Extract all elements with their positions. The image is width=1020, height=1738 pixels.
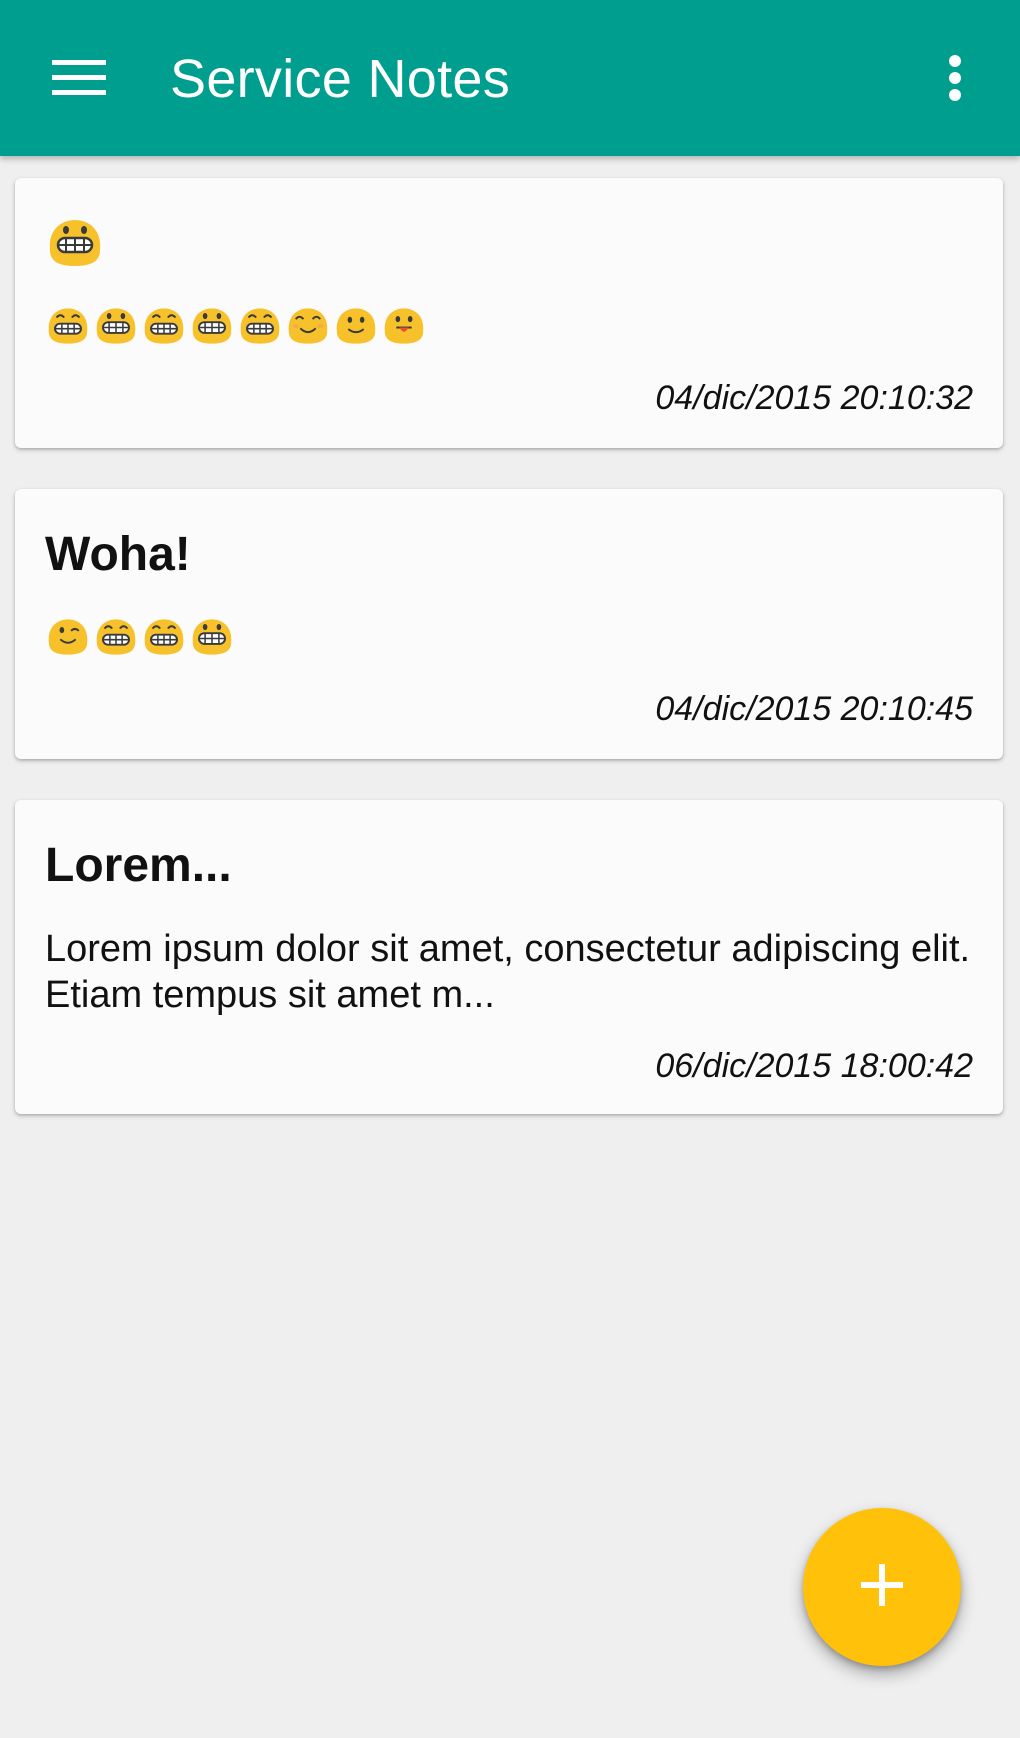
more-vert-icon[interactable]: [930, 40, 980, 116]
note-date: 06/dic/2015 18:00:42: [655, 1047, 973, 1085]
note-body-emoji: [45, 617, 235, 662]
smiling-eyes-emoji-icon: [285, 306, 331, 351]
grinning-emoji-icon: [93, 306, 139, 351]
grinning-emoji-icon: [189, 617, 235, 662]
grinning-smiling-eyes-emoji-icon: [93, 617, 139, 662]
note-title: Lorem...: [45, 839, 232, 892]
add-note-button[interactable]: [803, 1508, 961, 1666]
note-date: 04/dic/2015 20:10:45: [655, 690, 973, 728]
note-body: Lorem ipsum dolor sit amet, consectetur …: [45, 928, 971, 1016]
grinning-smiling-eyes-emoji-icon: [141, 617, 187, 662]
note-title: Woha!: [45, 528, 191, 581]
note-card[interactable]: Woha! 04/dic/2015 20:10:45: [15, 489, 1003, 759]
app-title: Service Notes: [170, 49, 511, 109]
grinning-smiling-eyes-emoji-icon: [45, 306, 91, 351]
wink-emoji-icon: [45, 617, 91, 662]
tongue-out-emoji-icon: [381, 306, 427, 351]
grinning-smiling-eyes-emoji-icon: [141, 306, 187, 351]
note-body-emoji: [45, 306, 427, 351]
hamburger-menu-icon[interactable]: [36, 40, 122, 116]
note-card[interactable]: Lorem... Lorem ipsum dolor sit amet, con…: [15, 800, 1003, 1114]
app-bar: Service Notes: [0, 0, 1020, 156]
slight-smile-emoji-icon: [333, 306, 379, 351]
grinning-emoji-icon: [45, 218, 105, 273]
note-date: 04/dic/2015 20:10:32: [655, 379, 973, 417]
grinning-smiling-eyes-emoji-icon: [237, 306, 283, 351]
grinning-emoji-icon: [189, 306, 235, 351]
note-title-emoji: [45, 218, 105, 273]
note-card[interactable]: 04/dic/2015 20:10:32: [15, 178, 1003, 448]
plus-icon: [859, 1562, 905, 1613]
